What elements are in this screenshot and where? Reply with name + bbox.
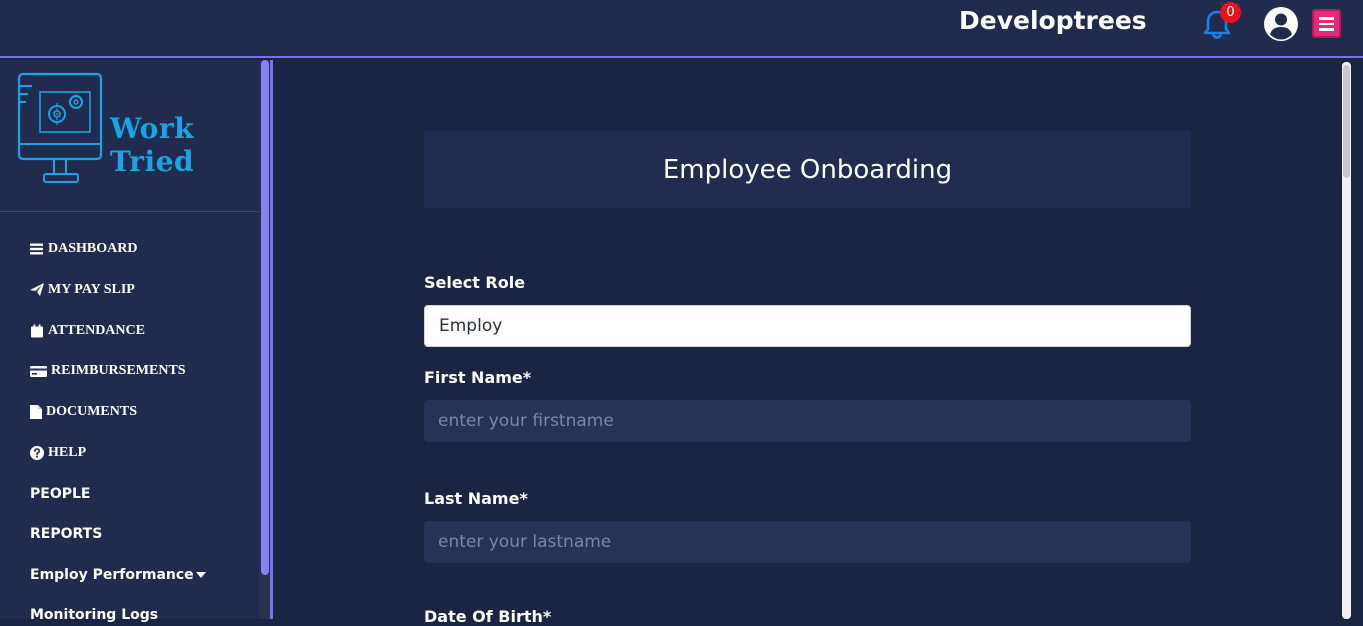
credit-card-icon — [30, 366, 47, 377]
caret-down-icon — [195, 572, 206, 578]
sidebar-item-label: HELP — [48, 445, 87, 460]
form-header-card: Employee Onboarding — [424, 131, 1191, 208]
sidebar-divider — [0, 211, 259, 212]
sidebar-item-label: MY PAY SLIP — [48, 282, 135, 297]
sidebar-border — [270, 60, 273, 619]
last-name-label: Last Name* — [424, 489, 528, 508]
logo-text: Work Tried — [110, 112, 195, 178]
sidebar-item-label: DOCUMENTS — [46, 404, 138, 419]
sidebar-item-help[interactable]: HELP — [30, 445, 86, 461]
hamburger-menu-button[interactable] — [1312, 9, 1341, 38]
sidebar-item-label: REIMBURSEMENTS — [51, 363, 186, 378]
sidebar-item-documents[interactable]: DOCUMENTS — [30, 404, 137, 420]
main-scrollbar-thumb[interactable] — [1343, 65, 1350, 178]
sidebar-item-label: REPORTS — [30, 526, 103, 542]
sidebar-item-employ-performance[interactable]: Employ Performance — [30, 567, 206, 583]
sidebar-scrollbar-thumb[interactable] — [261, 60, 269, 575]
user-avatar-icon[interactable] — [1263, 6, 1299, 42]
sidebar: Work Tried DASHBOARD MY PAY SLIP ATTENDA… — [0, 60, 259, 623]
sidebar-item-label: DASHBOARD — [48, 241, 138, 256]
sidebar-item-my-pay-slip[interactable]: MY PAY SLIP — [30, 282, 135, 298]
sidebar-item-attendance[interactable]: ATTENDANCE — [30, 323, 145, 339]
sidebar-item-reimbursements[interactable]: REIMBURSEMENTS — [30, 363, 186, 379]
date-of-birth-label: Date Of Birth* — [424, 607, 552, 626]
first-name-input[interactable] — [424, 400, 1191, 442]
sidebar-item-label: Employ Performance — [30, 567, 194, 583]
sidebar-item-reports[interactable]: REPORTS — [30, 526, 102, 542]
question-circle-icon — [30, 446, 44, 460]
sidebar-item-dashboard[interactable]: DASHBOARD — [30, 241, 137, 257]
top-bar: Developtrees 0 — [0, 0, 1363, 58]
brand-name: Developtrees — [959, 6, 1147, 35]
paper-plane-icon — [30, 283, 44, 296]
last-name-input[interactable] — [424, 521, 1191, 563]
bars-icon — [30, 243, 43, 255]
sidebar-item-label: PEOPLE — [30, 486, 91, 502]
notification-badge: 0 — [1220, 2, 1241, 23]
file-icon — [30, 405, 42, 419]
select-role-input[interactable] — [424, 305, 1191, 347]
sidebar-item-people[interactable]: PEOPLE — [30, 486, 90, 502]
select-role-label: Select Role — [424, 273, 526, 292]
first-name-label: First Name* — [424, 368, 532, 387]
sidebar-item-label: ATTENDANCE — [48, 323, 145, 338]
sidebar-item-monitoring-logs[interactable]: Monitoring Logs — [30, 607, 158, 623]
sidebar-item-label: Monitoring Logs — [30, 607, 159, 623]
calendar-icon — [31, 324, 43, 338]
page-title: Employee Onboarding — [662, 154, 953, 185]
